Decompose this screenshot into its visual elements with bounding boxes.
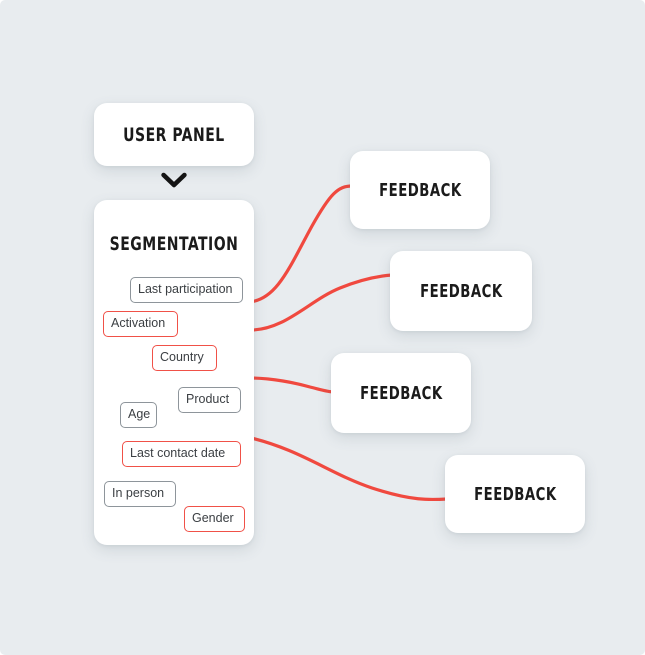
feedback-card-4[interactable]: FEEDBACK bbox=[445, 455, 585, 533]
chevron-down-icon bbox=[160, 170, 188, 192]
user-panel-label: USER PANEL bbox=[123, 123, 225, 146]
diagram-canvas: USER PANEL SEGMENTATION Last participati… bbox=[0, 0, 645, 655]
segmentation-tag-label: Activation bbox=[111, 316, 166, 330]
feedback-card-2[interactable]: FEEDBACK bbox=[390, 251, 532, 331]
segmentation-tag[interactable]: Age bbox=[120, 402, 157, 428]
feedback-connector-curve bbox=[247, 184, 354, 304]
segmentation-tag-label: Product bbox=[186, 392, 230, 406]
segmentation-tag-label: Country bbox=[160, 350, 204, 364]
segmentation-panel-label: SEGMENTATION bbox=[109, 233, 239, 255]
segmentation-tag[interactable]: Product bbox=[178, 387, 241, 413]
feedback-connector-curve bbox=[245, 435, 449, 502]
segmentation-tag[interactable]: Last participation bbox=[130, 277, 243, 303]
feedback-card-label: FEEDBACK bbox=[419, 280, 503, 302]
segmentation-to-feedback-connectors bbox=[245, 184, 449, 502]
segmentation-tag-label: In person bbox=[112, 486, 165, 500]
segmentation-tag-label: Last contact date bbox=[130, 446, 226, 460]
feedback-connector-curve bbox=[249, 273, 394, 332]
segmentation-tag[interactable]: In person bbox=[104, 481, 176, 507]
segmentation-tag[interactable]: Activation bbox=[103, 311, 178, 337]
feedback-card-1[interactable]: FEEDBACK bbox=[350, 151, 490, 229]
feedback-card-3[interactable]: FEEDBACK bbox=[331, 353, 471, 433]
segmentation-tag-label: Age bbox=[128, 407, 151, 421]
segmentation-tag-label: Last participation bbox=[138, 282, 233, 296]
feedback-connector-curve bbox=[247, 376, 336, 394]
feedback-card-label: FEEDBACK bbox=[359, 382, 443, 404]
segmentation-tag[interactable]: Country bbox=[152, 345, 217, 371]
user-panel-card[interactable]: USER PANEL bbox=[94, 103, 254, 166]
feedback-card-label: FEEDBACK bbox=[473, 483, 557, 505]
segmentation-tag[interactable]: Gender bbox=[184, 506, 245, 532]
segmentation-tag-label: Gender bbox=[192, 511, 234, 525]
feedback-card-label: FEEDBACK bbox=[378, 179, 462, 201]
segmentation-tag[interactable]: Last contact date bbox=[122, 441, 241, 467]
